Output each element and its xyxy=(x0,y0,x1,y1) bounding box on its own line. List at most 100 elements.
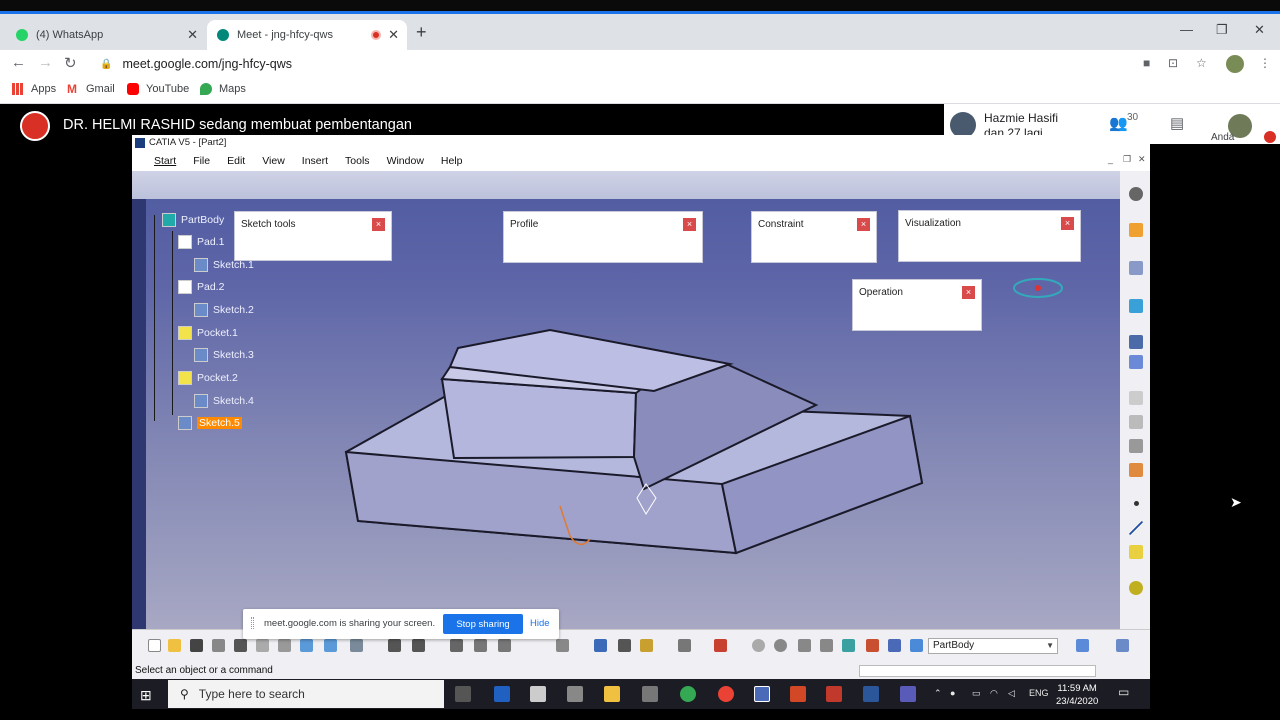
tool-icon[interactable] xyxy=(820,639,833,652)
tool-icon[interactable] xyxy=(618,639,631,652)
tree-pocket-2[interactable]: Pocket.2 xyxy=(178,371,238,385)
copy-icon[interactable] xyxy=(256,639,269,652)
text-icon[interactable] xyxy=(1129,391,1143,405)
menu-file[interactable]: File xyxy=(193,155,210,167)
windows-start-icon[interactable]: ⊞ xyxy=(140,687,152,704)
cut-icon[interactable] xyxy=(234,639,247,652)
table-icon[interactable] xyxy=(450,639,463,652)
sketch-tool-icon[interactable] xyxy=(1129,261,1143,275)
panel-close-button[interactable]: × xyxy=(857,218,870,231)
command-input[interactable] xyxy=(859,665,1096,677)
print-icon[interactable] xyxy=(212,639,225,652)
panel-sketch-tools[interactable]: Sketch tools × xyxy=(234,211,392,261)
tree-sketch-4[interactable]: Sketch.4 xyxy=(194,394,254,408)
battery-icon[interactable]: ▭ xyxy=(972,688,981,699)
bookmark-gmail[interactable]: M Gmail xyxy=(67,83,115,95)
minimize-button[interactable]: — xyxy=(1180,22,1193,37)
bookmark-youtube[interactable]: YouTube xyxy=(127,83,189,95)
gear-icon[interactable] xyxy=(1129,187,1143,201)
maximize-button[interactable]: ❐ xyxy=(1216,22,1228,38)
tray-icon[interactable]: ● xyxy=(950,688,955,698)
rotate-icon[interactable] xyxy=(774,639,787,652)
camera-icon[interactable]: ■ xyxy=(1143,56,1150,70)
tab-whatsapp[interactable]: (4) WhatsApp ✕ xyxy=(0,20,206,50)
powerpoint-icon[interactable] xyxy=(790,686,806,702)
tree-partbody[interactable]: PartBody xyxy=(162,213,224,227)
tool-icon[interactable] xyxy=(678,639,691,652)
panel-operation[interactable]: Operation × xyxy=(852,279,982,331)
panel-close-button[interactable]: × xyxy=(683,218,696,231)
select-arrow-icon[interactable] xyxy=(1129,223,1143,237)
tool-icon[interactable] xyxy=(556,639,569,652)
pdf-icon[interactable] xyxy=(826,686,842,702)
panel-close-button[interactable]: × xyxy=(962,286,975,299)
tool-icon[interactable] xyxy=(910,639,923,652)
tree-pad-2[interactable]: Pad.2 xyxy=(178,280,224,294)
photoshop-icon[interactable] xyxy=(494,686,510,702)
chrome-icon[interactable] xyxy=(680,686,696,702)
tree-sketch-5[interactable]: Sketch.5 xyxy=(178,416,242,430)
stop-sharing-button[interactable]: Stop sharing xyxy=(443,614,523,634)
redo-icon[interactable] xyxy=(324,639,337,652)
tool-icon[interactable] xyxy=(842,639,855,652)
doc-close-button[interactable]: ✕ xyxy=(1138,154,1146,165)
tool-icon[interactable] xyxy=(1129,439,1143,453)
panel-constraint[interactable]: Constraint × xyxy=(751,211,877,263)
chat-icon[interactable]: ▤ xyxy=(1170,114,1184,132)
what-is-this-icon[interactable] xyxy=(350,639,363,652)
body-selector[interactable]: PartBody ▼ xyxy=(928,638,1058,654)
teams-icon[interactable] xyxy=(900,686,916,702)
undo-icon[interactable] xyxy=(300,639,313,652)
doc-minimize-button[interactable]: _ xyxy=(1108,154,1113,164)
tool-icon[interactable] xyxy=(412,639,425,652)
doc-restore-button[interactable]: ❐ xyxy=(1123,154,1131,165)
tool-icon[interactable] xyxy=(474,639,487,652)
tool-icon[interactable] xyxy=(714,639,727,652)
panel-visualization[interactable]: Visualization × xyxy=(898,210,1081,262)
language-indicator[interactable]: ENG xyxy=(1029,688,1049,698)
network-icon[interactable]: ◠ xyxy=(990,688,998,699)
grid-icon[interactable] xyxy=(1129,355,1143,369)
chrome-icon[interactable] xyxy=(718,686,734,702)
menu-edit[interactable]: Edit xyxy=(227,155,245,167)
volume-icon[interactable]: ◁ xyxy=(1008,688,1015,699)
file-explorer-icon[interactable] xyxy=(604,686,620,702)
tool-icon[interactable] xyxy=(1129,415,1143,429)
axis-icon[interactable] xyxy=(1129,545,1143,559)
people-icon[interactable]: 👥 xyxy=(1109,114,1128,132)
tool-icon[interactable] xyxy=(1129,463,1143,477)
panel-profile[interactable]: Profile × xyxy=(503,211,703,263)
tree-sketch-3[interactable]: Sketch.3 xyxy=(194,348,254,362)
menu-window[interactable]: Window xyxy=(387,155,424,167)
point-icon[interactable] xyxy=(1134,501,1139,506)
translate-icon[interactable]: ⊡ xyxy=(1168,56,1178,70)
taskbar-clock[interactable]: 11:59 AM 23/4/2020 xyxy=(1056,682,1098,708)
formula-icon[interactable] xyxy=(388,639,401,652)
profile-avatar[interactable] xyxy=(1226,55,1244,73)
forward-button[interactable]: → xyxy=(38,54,53,71)
back-button[interactable]: ← xyxy=(11,54,26,71)
menu-start[interactable]: Start xyxy=(154,155,176,167)
app-icon[interactable] xyxy=(567,686,583,702)
tray-chevron-icon[interactable]: ⌃ xyxy=(934,688,942,699)
tree-pad-1[interactable]: Pad.1 xyxy=(178,235,224,249)
star-icon[interactable]: ☆ xyxy=(1196,56,1207,70)
reload-button[interactable]: ↻ xyxy=(64,54,77,72)
task-view-icon[interactable] xyxy=(455,686,471,702)
new-tab-button[interactable]: + xyxy=(416,22,427,43)
menu-icon[interactable]: ⋮ xyxy=(1259,56,1271,70)
menu-tools[interactable]: Tools xyxy=(345,155,370,167)
panel-close-button[interactable]: × xyxy=(1061,217,1074,230)
address-bar[interactable]: 🔒 meet.google.com/jng-hfcy-qws xyxy=(92,52,1128,76)
axis-tool-icon[interactable] xyxy=(798,639,811,652)
drag-handle-icon[interactable] xyxy=(251,617,254,629)
new-icon[interactable] xyxy=(148,639,161,652)
bookmark-maps[interactable]: Maps xyxy=(200,83,246,95)
word-icon[interactable] xyxy=(863,686,879,702)
bookmark-apps[interactable]: Apps xyxy=(12,83,56,95)
refresh-icon[interactable] xyxy=(752,639,765,652)
tree-pocket-1[interactable]: Pocket.1 xyxy=(178,326,238,340)
save-icon[interactable] xyxy=(190,639,203,652)
plane-icon[interactable] xyxy=(1129,299,1143,313)
taskbar-search[interactable]: ⚲ Type here to search xyxy=(168,680,444,708)
